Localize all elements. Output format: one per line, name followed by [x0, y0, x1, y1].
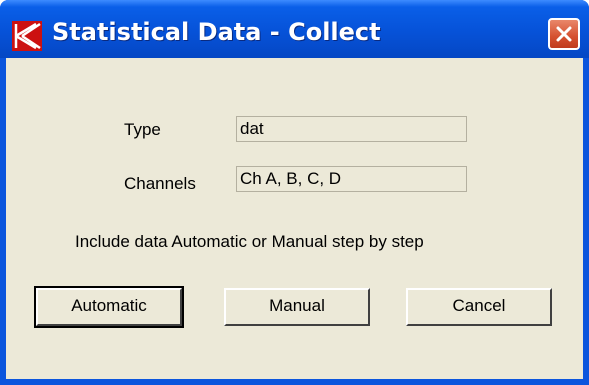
cancel-button[interactable]: Cancel: [406, 288, 552, 326]
channels-label: Channels: [124, 174, 196, 193]
close-button[interactable]: [548, 18, 580, 50]
channels-field[interactable]: Ch A, B, C, D: [236, 166, 467, 192]
window-title: Statistical Data - Collect: [52, 18, 381, 46]
dialog-window: Statistical Data - Collect Type dat Chan…: [0, 0, 589, 385]
manual-button[interactable]: Manual: [224, 288, 370, 326]
type-label: Type: [124, 120, 161, 139]
type-field[interactable]: dat: [236, 116, 467, 142]
automatic-button[interactable]: Automatic: [34, 286, 184, 328]
dialog-body: Type dat Channels Ch A, B, C, D Include …: [6, 58, 583, 379]
title-bar[interactable]: Statistical Data - Collect: [0, 0, 589, 58]
close-icon: [556, 26, 572, 42]
instruction-text: Include data Automatic or Manual step by…: [75, 232, 424, 251]
k-logo-icon: [12, 21, 42, 51]
